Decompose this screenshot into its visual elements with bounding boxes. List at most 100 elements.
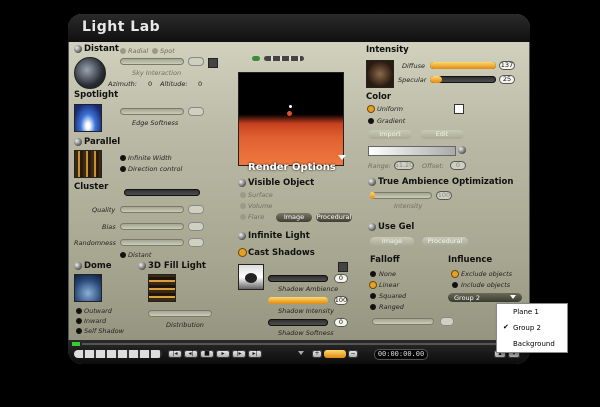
influence-group-dropdown[interactable]: Group 2	[448, 293, 522, 302]
falloff-range-box[interactable]	[440, 317, 454, 326]
falloff-ranged-radio[interactable]	[370, 304, 376, 310]
falloff-range-slider[interactable]	[372, 318, 434, 325]
shadow-ambience-value[interactable]: 0	[334, 274, 348, 283]
shadow-softness-slider[interactable]	[268, 319, 328, 326]
fill3d-toggle-icon[interactable]	[138, 262, 146, 270]
shadow-intensity-value[interactable]: 100	[334, 296, 348, 305]
infinite-light-toggle-icon[interactable]	[238, 232, 246, 240]
visible-object-toggle-icon[interactable]	[238, 179, 246, 187]
uniform-color-swatch[interactable]	[454, 104, 464, 114]
play-button[interactable]: ▸	[216, 350, 230, 358]
infinite-width-radio[interactable]	[120, 155, 126, 161]
gradient-radio[interactable]	[368, 118, 374, 124]
distant-toggle-icon[interactable]	[74, 45, 82, 53]
stop-button[interactable]: ■	[200, 350, 214, 358]
dome-thumbnail[interactable]	[74, 274, 102, 302]
falloff-squared-radio[interactable]	[370, 293, 376, 299]
render-options-title[interactable]: Render Options	[248, 162, 336, 173]
quality-box[interactable]	[188, 205, 204, 214]
flare-procedural-button[interactable]: Procedural	[316, 213, 352, 222]
preview-mode-strip[interactable]	[264, 56, 304, 61]
parallel-thumbnail[interactable]	[74, 150, 102, 178]
add-keyframe-button[interactable]: +	[312, 350, 322, 358]
cast-shadows-toggle-icon[interactable]	[239, 249, 246, 256]
transport-bar: |◂ ◂| ■ ▸ |▸ ▸| + − 00:00:00.00 ▴ ▾	[68, 340, 530, 364]
gradient-label: Gradient	[377, 117, 406, 125]
distribution-slider[interactable]	[148, 310, 212, 317]
shadow-softness-value[interactable]: 0	[334, 318, 348, 327]
inward-radio[interactable]	[76, 318, 82, 324]
import-button[interactable]: Import	[368, 130, 412, 139]
randomness-box[interactable]	[188, 238, 204, 247]
intensity-thumbnail[interactable]	[366, 60, 394, 88]
falloff-linear-radio[interactable]	[370, 282, 376, 288]
render-options-dropdown-icon[interactable]	[338, 155, 346, 160]
shadow-ambience-slider[interactable]	[268, 275, 328, 282]
keyframe-strip[interactable]	[74, 350, 162, 358]
flare-radio[interactable]	[240, 214, 246, 220]
outward-radio[interactable]	[76, 308, 82, 314]
bias-box[interactable]	[188, 222, 204, 231]
radial-radio[interactable]	[120, 48, 126, 54]
cluster-type-dropdown[interactable]	[124, 189, 200, 196]
gradient-bar[interactable]	[368, 146, 456, 156]
ambience-intensity-value[interactable]: 100	[436, 191, 452, 200]
self-shadow-radio[interactable]	[76, 328, 82, 334]
distant-checkbox[interactable]	[120, 252, 126, 258]
menu-item-background[interactable]: Background	[497, 336, 567, 352]
shadow-intensity-slider[interactable]	[268, 297, 328, 304]
title-bar[interactable]: Light Lab	[68, 14, 530, 42]
menu-item-group-2[interactable]: ✔ Group 2	[497, 320, 567, 336]
next-key-button[interactable]: |▸	[232, 350, 246, 358]
specular-slider[interactable]	[430, 76, 496, 83]
go-start-button[interactable]: |◂	[168, 350, 182, 358]
go-end-button[interactable]: ▸|	[248, 350, 262, 358]
edge-softness-box[interactable]	[188, 107, 204, 116]
timeline-playhead[interactable]	[72, 342, 80, 346]
specular-value[interactable]: 25	[499, 75, 515, 84]
distant-light-thumbnail[interactable]	[74, 57, 106, 89]
randomness-slider[interactable]	[120, 239, 184, 246]
prev-key-button[interactable]: ◂|	[184, 350, 198, 358]
key-icon[interactable]	[324, 350, 346, 358]
timeline-track[interactable]	[82, 343, 522, 345]
diffuse-value[interactable]: 137	[499, 61, 515, 70]
uniform-radio[interactable]	[368, 106, 374, 112]
falloff-none-radio[interactable]	[370, 271, 376, 277]
fill3d-thumbnail[interactable]	[148, 274, 176, 302]
exclude-objects-radio[interactable]	[452, 271, 458, 277]
gel-image-button[interactable]: Image	[370, 237, 414, 246]
surface-radio[interactable]	[240, 192, 246, 198]
chevron-down-icon	[510, 295, 516, 299]
ambience-toggle-icon[interactable]	[368, 178, 376, 186]
sky-interaction-box[interactable]	[188, 57, 204, 66]
transport-options-icon[interactable]	[298, 351, 304, 355]
volume-radio[interactable]	[240, 203, 246, 209]
use-gel-toggle-icon[interactable]	[368, 223, 376, 231]
parallel-toggle-icon[interactable]	[74, 138, 82, 146]
direction-control-radio[interactable]	[120, 166, 126, 172]
spot-radio[interactable]	[152, 48, 158, 54]
cast-shadows-thumbnail[interactable]	[238, 264, 264, 290]
dome-toggle-icon[interactable]	[74, 262, 82, 270]
sky-interaction-slider[interactable]	[120, 58, 184, 65]
diffuse-slider[interactable]	[430, 62, 496, 69]
offset-value[interactable]: 0	[450, 161, 466, 170]
gradient-bar-knob[interactable]	[458, 146, 466, 154]
quality-slider[interactable]	[120, 206, 184, 213]
time-display[interactable]: 00:00:00.00	[374, 349, 428, 360]
flare-image-button[interactable]: Image	[276, 213, 312, 222]
sky-interaction-color-swatch[interactable]	[208, 58, 218, 68]
gel-procedural-button[interactable]: Procedural	[422, 237, 468, 246]
include-objects-radio[interactable]	[452, 282, 458, 288]
range-label: Range:	[368, 162, 391, 170]
remove-keyframe-button[interactable]: −	[348, 350, 358, 358]
ambience-intensity-slider[interactable]	[370, 192, 432, 199]
edge-softness-slider[interactable]	[120, 108, 184, 115]
range-value[interactable]: 51.20	[394, 161, 414, 170]
edit-button[interactable]: Edit	[420, 130, 464, 139]
bias-slider[interactable]	[120, 223, 184, 230]
spotlight-thumbnail[interactable]	[74, 104, 102, 132]
cast-shadows-color-swatch[interactable]	[338, 262, 348, 272]
menu-item-plane-1[interactable]: Plane 1	[497, 304, 567, 320]
